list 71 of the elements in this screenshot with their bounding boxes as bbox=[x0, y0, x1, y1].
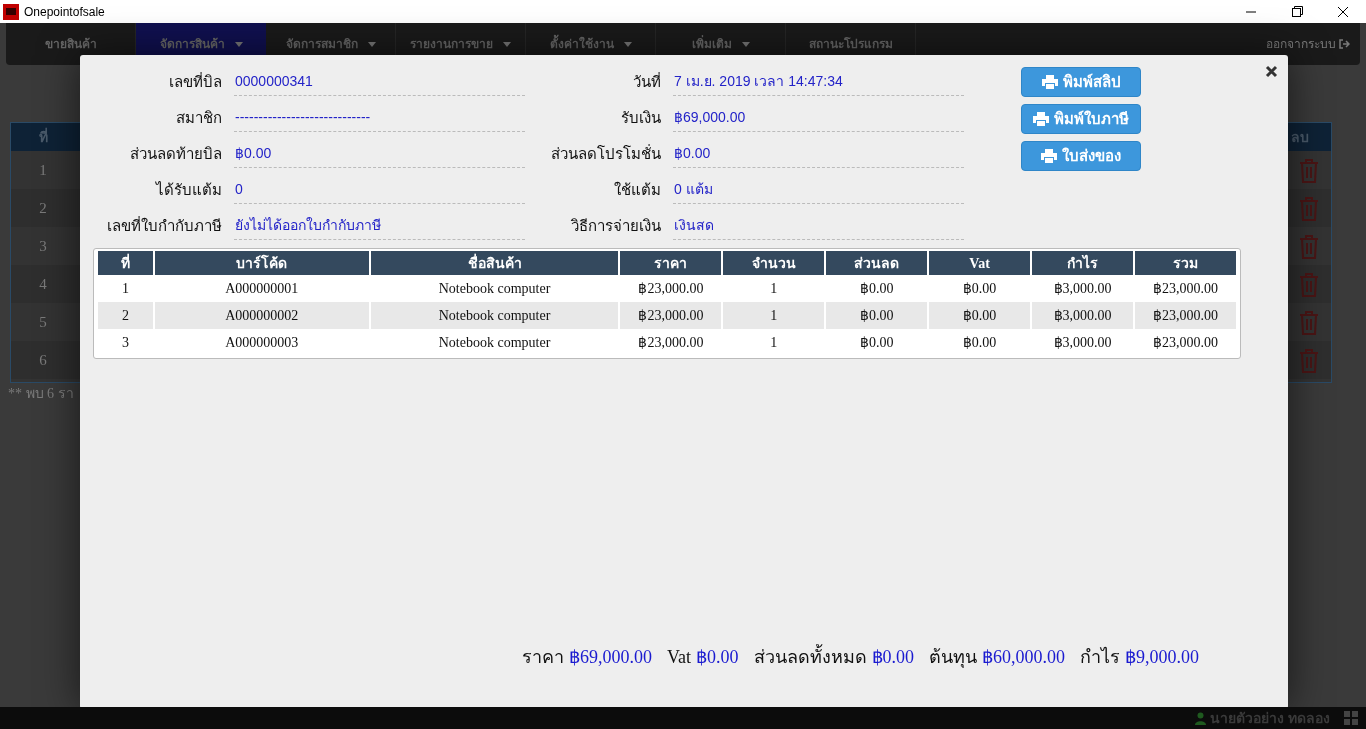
field-value: ฿69,000.00 bbox=[673, 104, 964, 132]
trash-icon[interactable] bbox=[1299, 309, 1319, 335]
app-logo-icon bbox=[3, 3, 19, 20]
field-value: เงินสด bbox=[673, 212, 964, 240]
print-button[interactable]: พิมพ์สลิป bbox=[1021, 67, 1141, 97]
total-value: ฿60,000.00 bbox=[982, 646, 1065, 669]
table-cell: ฿0.00 bbox=[928, 329, 1032, 356]
total-value: ฿0.00 bbox=[871, 646, 914, 669]
table-cell: ฿3,000.00 bbox=[1031, 329, 1134, 356]
total-label: กำไร bbox=[1080, 646, 1120, 669]
field-value: 0 แต้ม bbox=[673, 176, 964, 204]
total-value: ฿9,000.00 bbox=[1125, 646, 1199, 669]
printer-icon bbox=[1033, 112, 1049, 126]
table-cell: Notebook computer bbox=[369, 329, 620, 356]
caret-icon bbox=[623, 41, 632, 47]
printer-icon bbox=[1041, 149, 1057, 163]
person-icon bbox=[1195, 711, 1207, 725]
table-cell-text: 6 bbox=[38, 350, 48, 370]
field-value: ฿0.00 bbox=[673, 140, 964, 168]
caret-icon bbox=[741, 41, 750, 47]
table-cell: ฿23,000.00 bbox=[1133, 329, 1237, 356]
trash-icon[interactable] bbox=[1299, 271, 1319, 297]
table-cell: A000000003 bbox=[153, 329, 370, 356]
table-cell-text: 5 bbox=[38, 312, 48, 332]
field-value: ----------------------------- bbox=[234, 104, 525, 132]
field-label: เลขที่บิล bbox=[168, 71, 223, 92]
field-label: ใช้แต้ม bbox=[613, 179, 662, 200]
table-cell: ฿23,000.00 bbox=[619, 329, 723, 356]
total-value: ฿69,000.00 bbox=[569, 646, 652, 669]
grid-icon[interactable] bbox=[1344, 711, 1358, 725]
table-cell-text: 2 bbox=[38, 198, 48, 218]
total-label: ส่วนลดทั้งหมด bbox=[753, 644, 867, 671]
field-label: ส่วนลดโปรโมชั่น bbox=[550, 143, 662, 164]
field-value: ฿0.00 bbox=[234, 140, 525, 168]
field-label: วิธีการจ่ายเงิน bbox=[570, 215, 662, 236]
field-label: ส่วนลดท้ายบิล bbox=[129, 143, 223, 164]
logout-button[interactable]: ออกจากระบบ bbox=[1266, 23, 1350, 65]
printer-icon bbox=[1041, 75, 1058, 89]
table-cell: 1 bbox=[722, 329, 826, 356]
total-label: Vat bbox=[667, 646, 691, 669]
field-value: 0 bbox=[234, 176, 525, 204]
table-cell-text: 3 bbox=[38, 236, 48, 256]
caret-icon bbox=[234, 41, 243, 47]
print-button[interactable]: ใบส่งของ bbox=[1021, 141, 1141, 171]
print-button[interactable]: พิมพ์ใบภาษี bbox=[1021, 104, 1141, 134]
field-label: ได้รับแต้ม bbox=[154, 179, 223, 200]
table-cell: ฿0.00 bbox=[825, 329, 929, 356]
trash-icon[interactable] bbox=[1299, 233, 1319, 259]
table-cell-text: 1 bbox=[38, 160, 48, 180]
total-label: ราคา bbox=[522, 646, 564, 669]
field-value: ยังไม่ได้ออกใบกำกับภาษี bbox=[234, 212, 525, 240]
field-label: เลขที่ใบกำกับภาษี bbox=[106, 215, 223, 236]
table-cell: 3 bbox=[97, 329, 154, 356]
close-icon[interactable] bbox=[1265, 65, 1278, 78]
caret-icon bbox=[503, 41, 511, 47]
field-value: 7 เม.ย. 2019 เวลา 14:47:34 bbox=[673, 68, 964, 96]
field-label: วันที่ bbox=[632, 71, 662, 92]
field-label: รับเงิน bbox=[620, 107, 662, 128]
caret-icon bbox=[367, 41, 376, 47]
field-label: สมาชิก bbox=[175, 107, 223, 128]
total-label: ต้นทุน bbox=[929, 646, 977, 670]
trash-icon[interactable] bbox=[1299, 157, 1319, 183]
trash-icon[interactable] bbox=[1299, 347, 1319, 373]
field-value: 0000000341 bbox=[234, 68, 525, 96]
total-value: ฿0.00 bbox=[696, 646, 739, 669]
found-count-text: ** พบ 6 รา bbox=[8, 385, 74, 403]
column-header: ที่ bbox=[37, 126, 49, 147]
window-title: Onepointofsale bbox=[24, 3, 105, 21]
table-cell-text: 4 bbox=[38, 274, 48, 294]
sign-out-icon bbox=[1339, 39, 1350, 49]
trash-icon[interactable] bbox=[1299, 195, 1319, 221]
